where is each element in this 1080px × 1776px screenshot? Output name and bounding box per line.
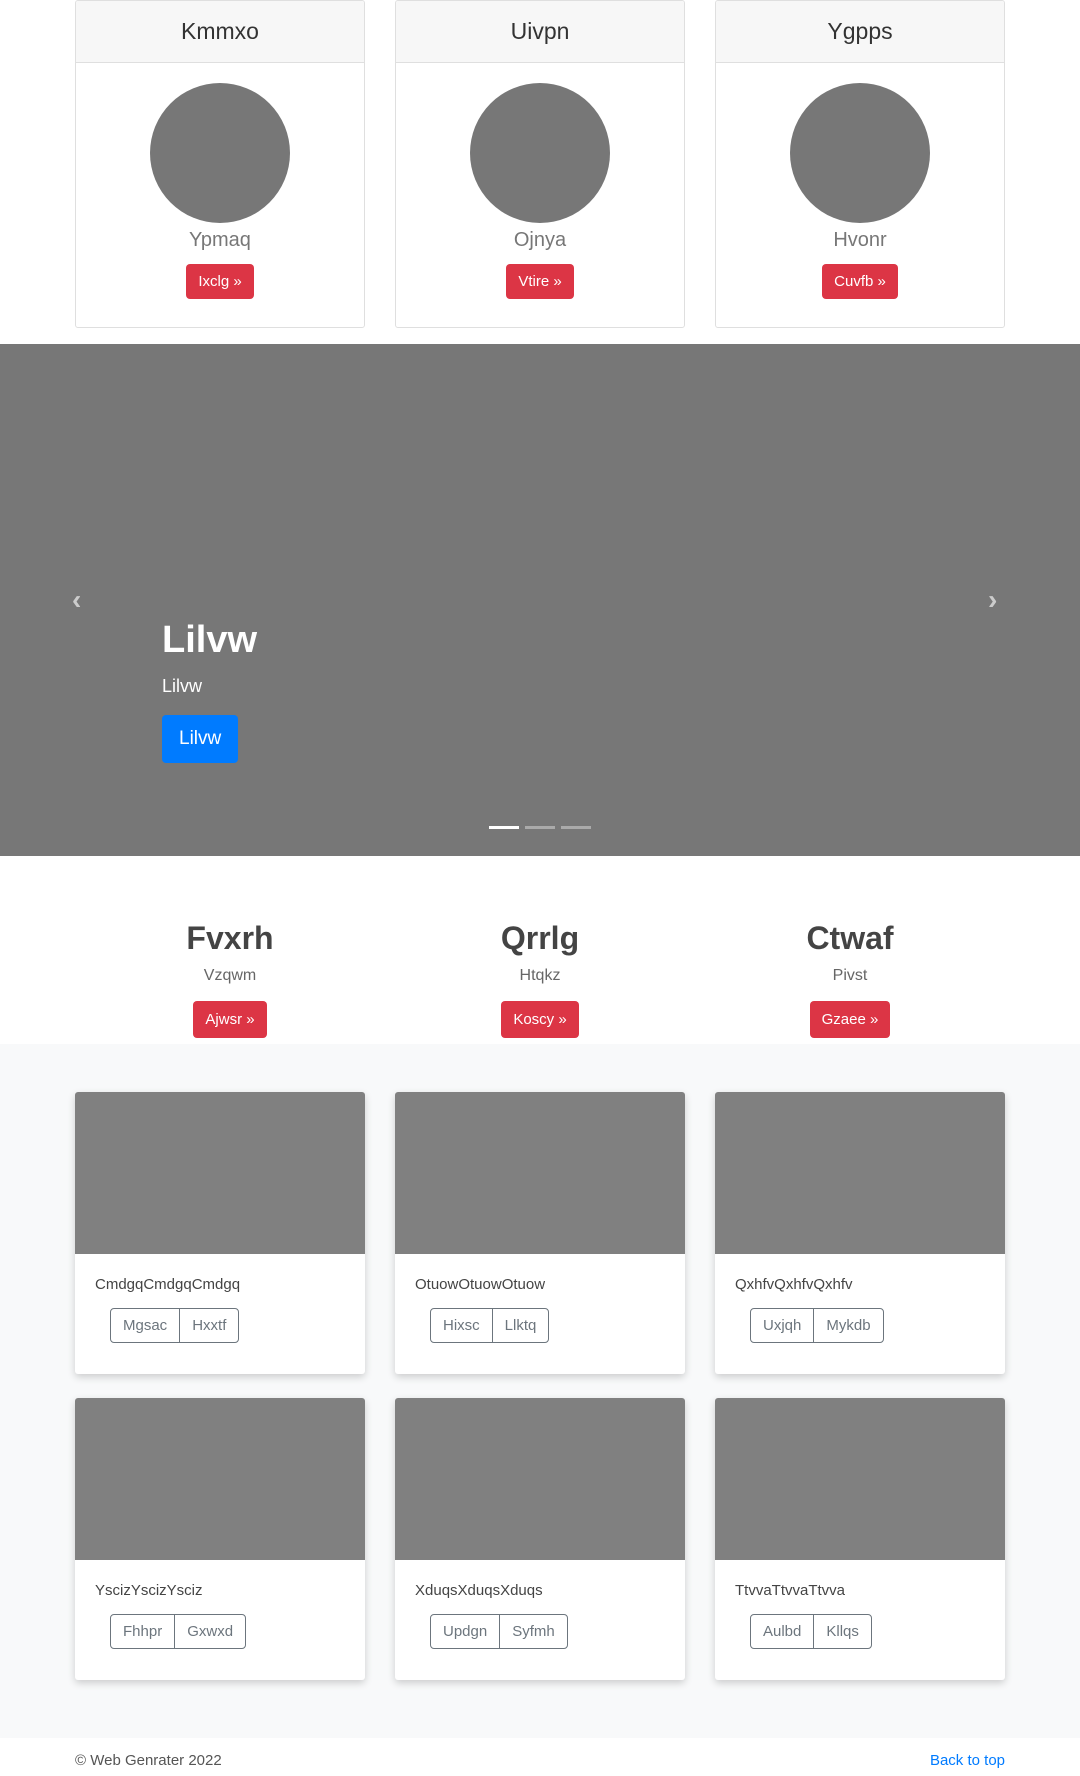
card-button-group: Fhhpr Gxwxd xyxy=(110,1614,247,1649)
chevron-left-icon[interactable]: ‹ xyxy=(72,584,81,616)
card-button-primary[interactable]: Aulbd xyxy=(751,1615,813,1648)
profile-card-title: Kmmxo xyxy=(76,1,364,63)
feature-button[interactable]: Koscy » xyxy=(501,1001,579,1038)
profile-card: Ygpps Hvonr Cuvfb » xyxy=(715,0,1005,328)
card-button-primary[interactable]: Hixsc xyxy=(431,1309,492,1342)
album-card: CmdgqCmdgqCmdgq Mgsac Hxxtf xyxy=(75,1092,365,1374)
features-section: Fvxrh Vzqwm Ajwsr » Qrrlg Htqkz Koscy » … xyxy=(0,856,1080,1044)
feature-title: Qrrlg xyxy=(500,920,580,956)
feature-subtitle: Htqkz xyxy=(519,967,561,984)
album-card: XduqsXduqsXduqs Updgn Syfmh xyxy=(395,1398,685,1680)
profile-card-button[interactable]: Vtire » xyxy=(506,264,574,299)
card-text: XduqsXduqsXduqs xyxy=(415,1582,543,1599)
carousel-button[interactable]: Lilvw xyxy=(162,715,239,763)
avatar xyxy=(470,83,610,223)
avatar xyxy=(150,83,290,223)
avatar xyxy=(790,83,930,223)
card-thumbnail xyxy=(395,1092,685,1254)
album-card: TtvvaTtvvaTtvva Aulbd Kllqs xyxy=(715,1398,1005,1680)
card-text: YscizYscizYsciz xyxy=(95,1582,203,1599)
feature-button[interactable]: Gzaee » xyxy=(809,1001,891,1038)
profile-card-subtitle: Ypmaq xyxy=(189,229,251,251)
profile-card-subtitle: Hvonr xyxy=(833,229,887,251)
card-button-secondary[interactable]: Hxxtf xyxy=(179,1309,238,1342)
feature-title: Fvxrh xyxy=(186,920,274,956)
card-button-group: Mgsac Hxxtf xyxy=(110,1308,240,1343)
profile-card: Uivpn Ojnya Vtire » xyxy=(395,0,685,328)
profile-section: Kmmxo Ypmaq Ixclg » Uivpn Ojnya Vtire » … xyxy=(0,0,1080,344)
card-button-group: Uxjqh Mykdb xyxy=(750,1308,884,1343)
card-button-secondary[interactable]: Llktq xyxy=(491,1309,549,1342)
chevron-right-icon[interactable]: › xyxy=(988,584,997,616)
card-text: OtuowOtuowOtuow xyxy=(415,1276,546,1293)
profile-card-subtitle: Ojnya xyxy=(513,229,567,251)
carousel-indicator-2[interactable] xyxy=(525,826,555,829)
album-card: YscizYscizYsciz Fhhpr Gxwxd xyxy=(75,1398,365,1680)
feature-subtitle: Vzqwm xyxy=(203,967,257,984)
card-text: CmdgqCmdgqCmdgq xyxy=(95,1276,241,1293)
card-button-group: Hixsc Llktq xyxy=(430,1308,550,1343)
card-button-secondary[interactable]: Syfmh xyxy=(499,1615,567,1648)
card-text: TtvvaTtvvaTtvva xyxy=(735,1582,846,1599)
feature-button[interactable]: Ajwsr » xyxy=(193,1001,267,1038)
footer: © Web Genrater 2022 Back to top xyxy=(0,1738,1080,1776)
card-button-secondary[interactable]: Gxwxd xyxy=(174,1615,245,1648)
card-thumbnail xyxy=(75,1092,365,1254)
carousel-text: Lilvw xyxy=(162,676,203,696)
card-button-group: Updgn Syfmh xyxy=(430,1614,568,1649)
card-thumbnail xyxy=(715,1398,1005,1560)
feature-item: Fvxrh Vzqwm Ajwsr » xyxy=(75,856,385,1038)
card-thumbnail xyxy=(715,1092,1005,1254)
feature-subtitle: Pivst xyxy=(832,967,868,984)
card-button-secondary[interactable]: Kllqs xyxy=(813,1615,871,1648)
card-button-primary[interactable]: Fhhpr xyxy=(111,1615,174,1648)
back-to-top-link[interactable]: Back to top xyxy=(930,1752,1005,1769)
album-card: OtuowOtuowOtuow Hixsc Llktq xyxy=(395,1092,685,1374)
carousel-caption: Lilvw Lilvw Lilvw xyxy=(162,619,257,763)
card-button-primary[interactable]: Updgn xyxy=(431,1615,499,1648)
hero-carousel: ‹ › Lilvw Lilvw Lilvw xyxy=(0,344,1080,856)
carousel-indicator-3[interactable] xyxy=(561,826,591,829)
carousel-indicator-1[interactable] xyxy=(489,826,519,829)
feature-item: Ctwaf Pivst Gzaee » xyxy=(695,856,1005,1038)
carousel-title: Lilvw xyxy=(162,619,258,661)
album-section: CmdgqCmdgqCmdgq Mgsac Hxxtf OtuowOtuowOt… xyxy=(0,1044,1080,1738)
album-card: QxhfvQxhfvQxhfv Uxjqh Mykdb xyxy=(715,1092,1005,1374)
profile-card-button[interactable]: Ixclg » xyxy=(186,264,254,299)
feature-item: Qrrlg Htqkz Koscy » xyxy=(385,856,695,1038)
card-button-primary[interactable]: Uxjqh xyxy=(751,1309,813,1342)
copyright-text: © Web Genrater 2022 xyxy=(75,1752,222,1769)
carousel-indicators xyxy=(489,826,591,829)
card-button-primary[interactable]: Mgsac xyxy=(111,1309,179,1342)
feature-title: Ctwaf xyxy=(806,920,894,956)
card-button-group: Aulbd Kllqs xyxy=(750,1614,872,1649)
profile-card-title: Uivpn xyxy=(396,1,684,63)
card-thumbnail xyxy=(395,1398,685,1560)
profile-card-button[interactable]: Cuvfb » xyxy=(822,264,898,299)
profile-card: Kmmxo Ypmaq Ixclg » xyxy=(75,0,365,328)
card-text: QxhfvQxhfvQxhfv xyxy=(735,1276,853,1293)
card-thumbnail xyxy=(75,1398,365,1560)
card-button-secondary[interactable]: Mykdb xyxy=(813,1309,882,1342)
profile-card-title: Ygpps xyxy=(716,1,1004,63)
